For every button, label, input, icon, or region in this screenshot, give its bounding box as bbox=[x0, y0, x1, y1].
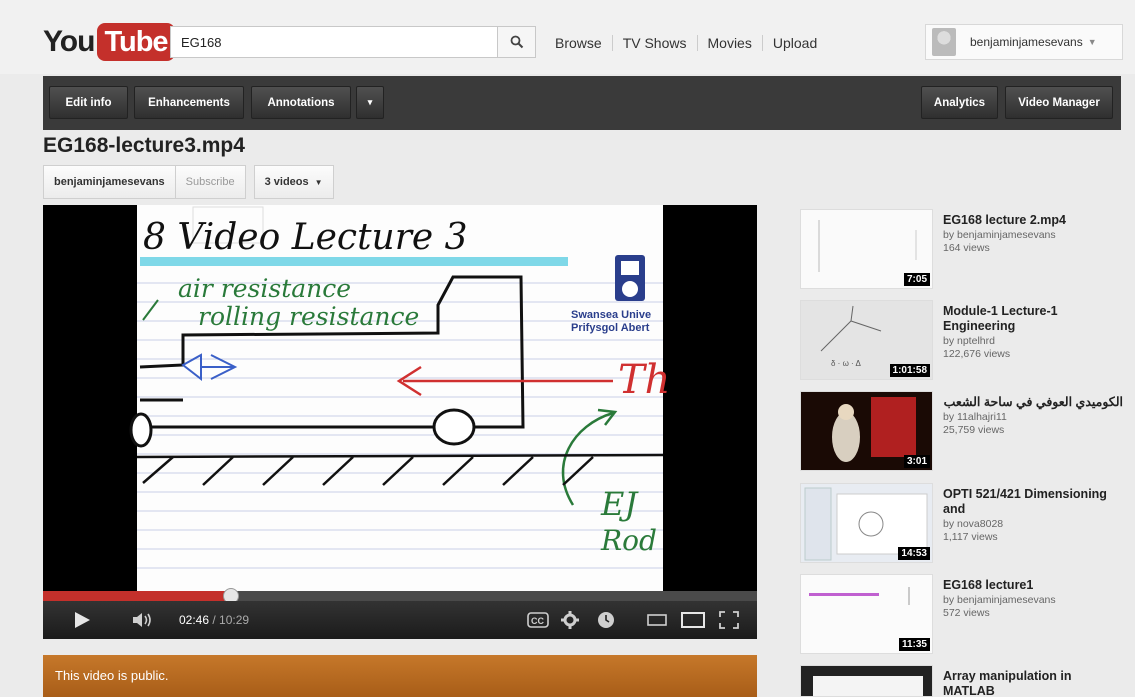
thumbnail-image bbox=[801, 666, 932, 696]
video-thumbnail[interactable]: 3:01 bbox=[800, 391, 933, 471]
video-thumbnail[interactable]: δ · ω · Δ 1:01:58 bbox=[800, 300, 933, 380]
frame-th: Th bbox=[618, 357, 670, 403]
nav-upload[interactable]: Upload bbox=[761, 35, 827, 51]
channel-link[interactable]: benjaminjamesevans bbox=[43, 165, 176, 199]
player-controls: 02:46 / 10:29 CC bbox=[43, 601, 757, 639]
related-video[interactable]: Array manipulation in MATLAB bbox=[800, 665, 1122, 697]
watch-later-icon[interactable] bbox=[597, 611, 615, 629]
page-title: EG168-lecture3.mp4 bbox=[43, 134, 245, 157]
related-video-views: 25,759 views bbox=[943, 424, 1005, 436]
related-video[interactable]: 3:01 الكوميدي العوفي في ساحة الشعب by 11… bbox=[800, 391, 1123, 471]
related-video-info: EG168 lecture 2.mp4 by benjaminjamesevan… bbox=[943, 213, 1123, 255]
related-video-author: by benjaminjamesevans bbox=[943, 229, 1056, 241]
video-player[interactable]: 8 Video Lecture 3 air resistance rolling… bbox=[43, 205, 757, 639]
fullscreen-icon[interactable] bbox=[719, 611, 739, 629]
more-actions-button[interactable]: ▾ bbox=[356, 86, 384, 119]
nav-movies[interactable]: Movies bbox=[696, 35, 762, 51]
related-video-info: OPTI 521/421 Dimensioning and by nova802… bbox=[943, 487, 1123, 544]
edit-info-button[interactable]: Edit info bbox=[49, 86, 128, 119]
user-menu[interactable]: benjaminjamesevans ▼ bbox=[925, 24, 1123, 60]
related-video-views: 1,117 views bbox=[943, 531, 998, 543]
video-thumbnail[interactable] bbox=[800, 665, 933, 697]
gear-icon[interactable] bbox=[561, 611, 579, 629]
username: benjaminjamesevans bbox=[970, 35, 1083, 49]
video-duration-badge: 3:01 bbox=[903, 455, 930, 468]
related-video-title[interactable]: EG168 lecture 2.mp4 bbox=[943, 213, 1123, 228]
frame-university-en: Swansea Unive bbox=[571, 309, 651, 321]
play-icon[interactable] bbox=[73, 611, 91, 629]
svg-text:δ · ω · Δ: δ · ω · Δ bbox=[831, 359, 861, 368]
large-player-icon[interactable] bbox=[681, 612, 705, 628]
related-video-author: by nova8028 bbox=[943, 518, 1004, 530]
enhancements-button[interactable]: Enhancements bbox=[134, 86, 244, 119]
related-video[interactable]: δ · ω · Δ 1:01:58 Module-1 Lecture-1 Eng… bbox=[800, 300, 1122, 380]
chevron-down-icon: ▼ bbox=[314, 177, 323, 187]
related-video-info: EG168 lecture1 by benjaminjamesevans 572… bbox=[943, 578, 1123, 620]
captions-icon[interactable]: CC bbox=[527, 612, 549, 628]
svg-text:CC: CC bbox=[531, 616, 544, 626]
related-video-title[interactable]: الكوميدي العوفي في ساحة الشعب bbox=[943, 395, 1123, 410]
related-video-title[interactable]: OPTI 521/421 Dimensioning and bbox=[943, 487, 1123, 517]
frame-university-cy: Prifysgol Abert bbox=[571, 322, 650, 334]
related-video-title[interactable]: EG168 lecture1 bbox=[943, 578, 1123, 593]
volume-icon[interactable] bbox=[131, 611, 155, 629]
avatar bbox=[932, 28, 956, 56]
videos-dropdown[interactable]: 3 videos ▼ bbox=[253, 165, 334, 199]
nav-browse[interactable]: Browse bbox=[555, 35, 612, 51]
related-video-title[interactable]: Array manipulation in MATLAB bbox=[943, 669, 1123, 697]
owner-toolbar: Edit info Enhancements Annotations ▾ Ana… bbox=[43, 76, 1121, 130]
duration: / 10:29 bbox=[209, 613, 250, 627]
frame-line-air: air resistance bbox=[178, 274, 351, 303]
frame-rod: Rod bbox=[600, 524, 657, 557]
related-video-author: by benjaminjamesevans bbox=[943, 594, 1056, 606]
search-icon bbox=[510, 35, 523, 49]
video-frame: 8 Video Lecture 3 air resistance rolling… bbox=[129, 205, 670, 591]
video-duration-badge: 7:05 bbox=[903, 273, 930, 286]
frame-heading: 8 Video Lecture 3 bbox=[143, 217, 468, 258]
time-display: 02:46 / 10:29 bbox=[179, 613, 249, 627]
video-duration-badge: 14:53 bbox=[898, 547, 930, 560]
video-duration-badge: 1:01:58 bbox=[889, 364, 930, 377]
related-video-info: الكوميدي العوفي في ساحة الشعب by 11alhaj… bbox=[943, 395, 1123, 437]
video-thumbnail[interactable]: 7:05 bbox=[800, 209, 933, 289]
youtube-logo[interactable]: You Tube bbox=[43, 23, 175, 61]
related-video[interactable]: 11:35 EG168 lecture1 by benjaminjameseva… bbox=[800, 574, 1122, 654]
related-video[interactable]: 14:53 OPTI 521/421 Dimensioning and by n… bbox=[800, 483, 1122, 563]
related-video-author: by nptelhrd bbox=[943, 335, 995, 347]
masthead: You Tube EG168 Browse TV Shows Movies Up… bbox=[0, 0, 1135, 74]
top-nav: Browse TV Shows Movies Upload bbox=[555, 35, 827, 51]
videos-count: 3 videos bbox=[264, 176, 309, 188]
nav-tv-shows[interactable]: TV Shows bbox=[611, 35, 697, 51]
search-input[interactable]: EG168 bbox=[170, 26, 498, 58]
search-button[interactable] bbox=[498, 26, 536, 58]
small-player-icon[interactable] bbox=[647, 613, 667, 627]
related-video-views: 572 views bbox=[943, 607, 990, 619]
related-video-title[interactable]: Module-1 Lecture-1 Engineering bbox=[943, 304, 1123, 334]
video-thumbnail[interactable]: 14:53 bbox=[800, 483, 933, 563]
video-thumbnail[interactable]: 11:35 bbox=[800, 574, 933, 654]
privacy-status-bar: This video is public. bbox=[43, 655, 757, 697]
related-video[interactable]: 7:05 EG168 lecture 2.mp4 by benjaminjame… bbox=[800, 209, 1122, 289]
related-video-views: 164 views bbox=[943, 242, 990, 254]
related-video-author: by 11alhajri11 bbox=[943, 411, 1007, 423]
subscribe-button[interactable]: Subscribe bbox=[175, 165, 246, 199]
progress-bar[interactable] bbox=[43, 588, 757, 604]
logo-you-text: You bbox=[43, 25, 95, 58]
current-time: 02:46 bbox=[179, 613, 210, 627]
annotations-button[interactable]: Annotations bbox=[251, 86, 351, 119]
related-video-views: 122,676 views bbox=[943, 348, 1011, 360]
related-video-info: Module-1 Lecture-1 Engineering by nptelh… bbox=[943, 304, 1123, 361]
analytics-button[interactable]: Analytics bbox=[921, 86, 998, 119]
frame-ej: EJ bbox=[600, 485, 639, 523]
logo-tube-text: Tube bbox=[97, 23, 175, 61]
owner-row: benjaminjamesevans Subscribe 3 videos ▼ bbox=[43, 165, 334, 199]
chevron-down-icon: ▼ bbox=[1087, 37, 1097, 47]
progress-fill bbox=[43, 591, 232, 601]
related-video-info: Array manipulation in MATLAB bbox=[943, 669, 1123, 697]
video-duration-badge: 11:35 bbox=[898, 638, 930, 651]
frame-line-rolling: rolling resistance bbox=[198, 302, 419, 331]
video-manager-button[interactable]: Video Manager bbox=[1005, 86, 1113, 119]
